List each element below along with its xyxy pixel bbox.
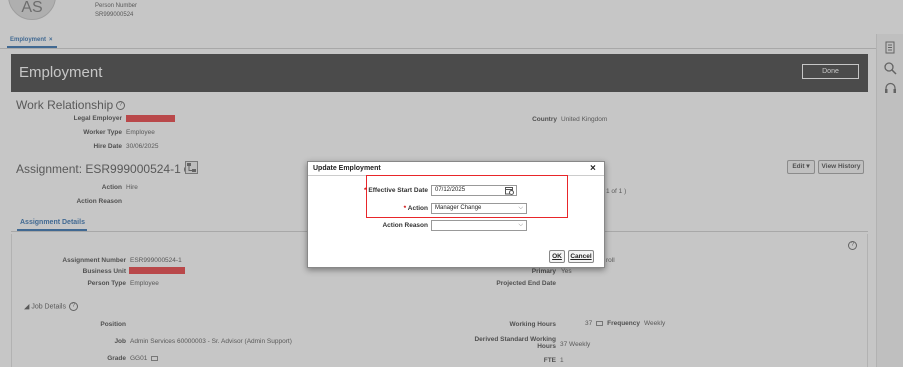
worker-type-value: Employee: [126, 129, 155, 136]
view-history-button[interactable]: View History: [818, 160, 864, 174]
action-value: Hire: [126, 184, 138, 191]
derived-hours-label-line2: Hours: [537, 343, 556, 350]
job-label: Job: [114, 338, 126, 345]
page-title: Employment: [19, 64, 103, 81]
frequency-label: Frequency: [607, 320, 640, 327]
search-icon[interactable]: [883, 62, 897, 76]
effective-start-date-value: 07/12/2025: [435, 187, 466, 193]
assignment-number-value: ESR999000524-1: [130, 257, 182, 264]
ok-button-label: OK: [552, 253, 562, 260]
chevron-down-icon[interactable]: ⌵: [518, 221, 523, 230]
assignment-heading: Assignment: ESR999000524-1?: [16, 162, 193, 176]
work-relationship-title: Work Relationship: [16, 98, 114, 112]
person-type-value: Employee: [130, 280, 159, 287]
business-unit-redacted: [129, 267, 185, 274]
required-marker: *: [403, 205, 407, 212]
edit-button[interactable]: Edit ▾: [787, 160, 815, 174]
grade-value: GG01: [130, 355, 148, 362]
grade-label: Grade: [107, 355, 126, 362]
pager-text: 1 of 1 ): [606, 188, 627, 195]
payroll-partial-text: roll: [606, 257, 615, 264]
derived-hours-value: 37 Weekly: [560, 341, 590, 348]
derived-hours-number: 37: [560, 341, 568, 348]
dialog-title: Update Employment: [313, 165, 381, 172]
working-hours-value-row: 37: [585, 320, 604, 327]
projected-end-date-label: Projected End Date: [496, 280, 556, 287]
comment-icon[interactable]: [151, 355, 159, 361]
action-select[interactable]: Manager Change ⌵: [431, 203, 527, 214]
business-unit-label: Business Unit: [82, 268, 126, 275]
required-marker: *: [364, 187, 367, 194]
working-hours-value: 37: [585, 320, 593, 327]
action-field-text: Action: [407, 205, 428, 212]
primary-label: Primary: [531, 268, 556, 275]
person-number-value: SR999000524: [95, 12, 134, 18]
info-icon[interactable]: ?: [116, 101, 126, 111]
legal-employer-redacted: [126, 115, 175, 122]
job-value: Admin Services 60000003 - Sr. Advisor (A…: [130, 338, 292, 345]
ok-button[interactable]: OK: [549, 250, 565, 263]
page-banner: [11, 54, 868, 92]
avatar: AS: [8, 0, 56, 20]
cancel-button[interactable]: Cancel: [568, 250, 594, 263]
effective-start-date-label: * Effective Start Date: [340, 187, 428, 194]
action-select-value: Manager Change: [435, 205, 482, 211]
primary-value: Yes: [561, 268, 572, 275]
chevron-down-icon[interactable]: ⌵: [518, 204, 523, 213]
assignment-title: Assignment: ESR999000524-1: [16, 162, 181, 176]
info-icon[interactable]: ?: [848, 241, 857, 250]
job-details-heading[interactable]: ◢ Job Details?: [24, 302, 78, 311]
done-button[interactable]: Done: [802, 64, 859, 79]
hierarchy-icon[interactable]: [185, 161, 198, 174]
action-reason-select[interactable]: ⌵: [431, 220, 527, 231]
action-reason-field-label: Action Reason: [382, 222, 428, 229]
fte-label: FTE: [543, 357, 556, 364]
frequency-value: Weekly: [644, 320, 666, 327]
action-reason-label: Action Reason: [76, 198, 122, 205]
action-field-label: * Action: [340, 205, 428, 212]
derived-hours-label: Derived Standard Working Hours: [440, 336, 556, 350]
person-number-label: Person Number: [95, 3, 138, 9]
close-icon[interactable]: ×: [49, 37, 53, 43]
derived-hours-frequency: Weekly: [569, 341, 591, 348]
help-icon[interactable]: ?: [845, 241, 857, 250]
position-label: Position: [100, 321, 126, 328]
effective-start-date-text: Effective Start Date: [368, 187, 428, 194]
close-icon[interactable]: ×: [590, 163, 596, 174]
hire-date-value: 30/06/2025: [126, 143, 159, 150]
calendar-icon[interactable]: [505, 186, 514, 198]
effective-start-date-field[interactable]: 07/12/2025: [431, 185, 517, 196]
tab-assignment-details[interactable]: Assignment Details: [20, 219, 85, 226]
worker-type-label: Worker Type: [83, 129, 122, 136]
person-type-label: Person Type: [87, 280, 126, 287]
fte-value: 1: [560, 357, 564, 364]
working-hours-label: Working Hours: [509, 321, 556, 328]
work-relationship-heading: Work Relationship?: [16, 98, 126, 112]
hire-date-label: Hire Date: [93, 143, 122, 150]
grade-value-row: GG01: [130, 355, 159, 362]
derived-hours-label-line1: Derived Standard Working: [474, 336, 556, 343]
assignment-number-label: Assignment Number: [62, 257, 126, 264]
divider: [0, 48, 876, 49]
tab-employment[interactable]: Employment ×: [10, 37, 53, 43]
list-icon[interactable]: [883, 41, 897, 55]
action-label: Action: [101, 184, 122, 191]
comment-icon[interactable]: [596, 320, 604, 326]
country-label: Country: [532, 116, 557, 123]
tab-employment-label: Employment: [10, 37, 47, 43]
country-value: United Kingdom: [561, 116, 608, 123]
info-icon[interactable]: ?: [68, 302, 78, 311]
headset-icon[interactable]: [883, 82, 897, 96]
cancel-button-label: Cancel: [570, 253, 592, 260]
legal-employer-label: Legal Employer: [73, 115, 122, 122]
job-details-label: Job Details: [31, 303, 66, 311]
